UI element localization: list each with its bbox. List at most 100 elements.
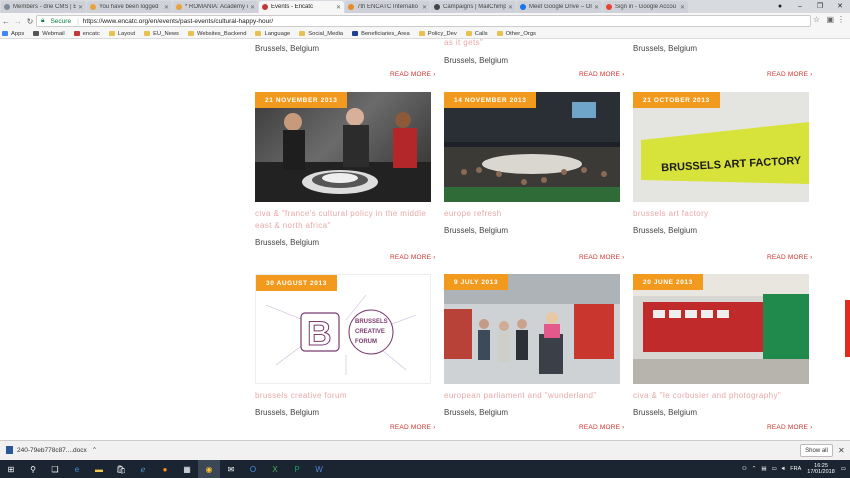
edge-icon[interactable]: e — [66, 460, 88, 478]
url-text[interactable]: https://www.encatc.org/en/events/past-ev… — [83, 18, 273, 25]
side-tab-marker[interactable] — [845, 300, 850, 357]
bookmark-label: Layout — [117, 30, 136, 37]
read-more-link[interactable]: READ MORE › — [390, 424, 436, 431]
bookmark-item[interactable]: EU_News — [144, 31, 179, 37]
bookmark-item[interactable]: Layout — [108, 30, 136, 37]
bookmark-item[interactable]: encatc — [73, 31, 100, 37]
search-icon[interactable]: ⚲ — [22, 460, 44, 478]
browser-tab[interactable]: Meet Google Drive – On ✕ — [517, 1, 602, 13]
event-title[interactable]: europe refresh — [444, 208, 620, 220]
event-image[interactable]: BRUSSELS ART FACTORY 21 OCTOBER 2013 — [633, 92, 809, 202]
close-icon[interactable]: ✕ — [830, 2, 850, 10]
battery-icon[interactable]: ▭ — [772, 466, 777, 472]
event-title[interactable]: brussels art factory — [633, 208, 809, 220]
read-more-link[interactable]: READ MORE › — [579, 424, 625, 431]
event-location: Brussels, Belgium — [633, 44, 698, 53]
browser-tab[interactable]: * ROMANIA: Academy o ✕ — [173, 1, 258, 13]
event-title[interactable]: civa & "le corbusier and photography" — [633, 390, 809, 402]
bookmark-item[interactable]: Beneficiaries_Area — [352, 31, 410, 37]
maximize-icon[interactable]: ❐ — [810, 2, 830, 10]
browser-tab[interactable]: You have been logged ✕ — [87, 1, 172, 13]
bookmark-item[interactable]: Calls — [465, 31, 488, 37]
close-icon[interactable]: ✕ — [250, 4, 255, 11]
browser-tab[interactable]: Campaigns | MailChimp ✕ — [431, 1, 516, 13]
read-more-link[interactable]: READ MORE › — [390, 71, 436, 78]
close-icon[interactable]: ✕ — [164, 4, 169, 11]
reload-icon[interactable]: ↻ — [24, 17, 36, 26]
extension-icon[interactable]: ▣ — [826, 15, 834, 24]
bookmark-star-icon[interactable]: ☆ — [813, 15, 820, 24]
chevron-up-icon[interactable]: ⌃ — [752, 466, 757, 472]
forward-icon[interactable]: → — [12, 17, 24, 26]
excel-icon[interactable]: X — [264, 460, 286, 478]
close-icon[interactable]: ✕ — [336, 4, 341, 11]
tab-favicon-icon — [4, 4, 10, 10]
firefox-icon[interactable]: ● — [154, 460, 176, 478]
event-image[interactable]: 9 JULY 2013 — [444, 274, 620, 384]
notifications-icon[interactable]: ▭ — [841, 466, 846, 472]
window-controls: ● – ❐ ✕ — [770, 0, 850, 12]
bookmark-item[interactable]: Language — [255, 31, 290, 37]
read-more-link[interactable]: READ MORE › — [767, 424, 813, 431]
read-more-link[interactable]: READ MORE › — [579, 71, 625, 78]
event-image[interactable]: 21 NOVEMBER 2013 — [255, 92, 431, 202]
people-icon[interactable]: ⚇ — [742, 466, 747, 472]
publisher-icon[interactable]: P — [286, 460, 308, 478]
ie-icon[interactable]: ℯ — [132, 460, 154, 478]
chrome-icon[interactable]: ◉ — [198, 460, 220, 478]
profile-icon[interactable]: ● — [770, 3, 790, 10]
bookmark-item[interactable]: Policy_Dev — [418, 31, 457, 37]
network-icon[interactable]: ▤ — [761, 466, 766, 472]
bookmark-item[interactable]: Other_Orgs — [496, 30, 536, 37]
menu-icon[interactable]: ⋮ — [837, 15, 845, 24]
read-more-link[interactable]: READ MORE › — [767, 254, 813, 261]
download-item[interactable]: 240-79eb778c87....docx ⌃ — [6, 446, 97, 454]
bookmark-label: EU_News — [153, 30, 179, 37]
close-icon[interactable]: ✕ — [838, 446, 845, 455]
browser-tab[interactable]: Events - Encatc ✕ — [259, 1, 344, 13]
event-title[interactable]: as it gets" — [444, 39, 620, 49]
minimize-icon[interactable]: – — [790, 3, 810, 10]
start-icon[interactable]: ⊞ — [0, 460, 22, 478]
store-icon[interactable]: 🛍︎ — [110, 460, 132, 478]
event-title[interactable]: civa & "france's cultural policy in the … — [255, 208, 431, 232]
file-explorer-icon[interactable]: ▬ — [88, 460, 110, 478]
event-image[interactable]: 14 NOVEMBER 2013 — [444, 92, 620, 202]
close-icon[interactable]: ✕ — [422, 4, 427, 11]
bookmark-item[interactable]: Webmail — [33, 31, 65, 37]
read-more-link[interactable]: READ MORE › — [390, 254, 436, 261]
close-icon[interactable]: ✕ — [594, 4, 599, 11]
photos-icon[interactable]: ▦ — [176, 460, 198, 478]
bookmark-label: Other_Orgs — [505, 30, 536, 37]
bookmark-label: Language — [264, 30, 291, 37]
event-title[interactable]: brussels creative forum — [255, 390, 431, 402]
bookmark-item[interactable]: Social_Media — [299, 31, 343, 37]
volume-icon[interactable]: 🔊︎ — [782, 466, 785, 473]
outlook-icon[interactable]: O — [242, 460, 264, 478]
event-title[interactable]: european parliament and "wunderland" — [444, 390, 620, 402]
task-view-icon[interactable]: ❑ — [44, 460, 66, 478]
event-date-badge: 14 NOVEMBER 2013 — [444, 92, 537, 108]
close-icon[interactable]: ✕ — [78, 4, 83, 11]
back-icon[interactable]: ← — [0, 17, 12, 26]
mail-icon[interactable]: ✉ — [220, 460, 242, 478]
event-image[interactable]: B BRUSSELS CREATIVE FORUM 30 AUGUST 2013 — [255, 274, 431, 384]
read-more-link[interactable]: READ MORE › — [767, 71, 813, 78]
browser-tab[interactable]: 7th ENCATC Internatio ✕ — [345, 1, 430, 13]
show-all-button[interactable]: Show all — [800, 444, 833, 457]
browser-tab[interactable]: Members - drie CMS | E ✕ — [1, 1, 86, 13]
clock[interactable]: 16:25 17/01/2018 — [807, 463, 835, 475]
word-icon[interactable]: W — [308, 460, 330, 478]
close-icon[interactable]: ✕ — [508, 4, 513, 11]
event-image[interactable]: 20 JUNE 2013 — [633, 274, 809, 384]
chevron-up-icon[interactable]: ⌃ — [92, 446, 97, 454]
browser-tab[interactable]: Sign in - Google Accou ✕ — [603, 1, 688, 13]
address-bar[interactable]: 🔒︎ Secure | https://www.encatc.org/en/ev… — [36, 15, 811, 27]
close-icon[interactable]: ✕ — [680, 4, 685, 11]
bookmark-item[interactable]: Websites_Backend — [187, 31, 246, 37]
bookmark-item[interactable]: Apps — [2, 31, 24, 37]
tab-title: Meet Google Drive – On — [529, 4, 592, 10]
read-more-link[interactable]: READ MORE › — [579, 254, 625, 261]
language-indicator[interactable]: FRA — [790, 466, 801, 472]
tab-title: 7th ENCATC Internatio — [357, 4, 418, 10]
